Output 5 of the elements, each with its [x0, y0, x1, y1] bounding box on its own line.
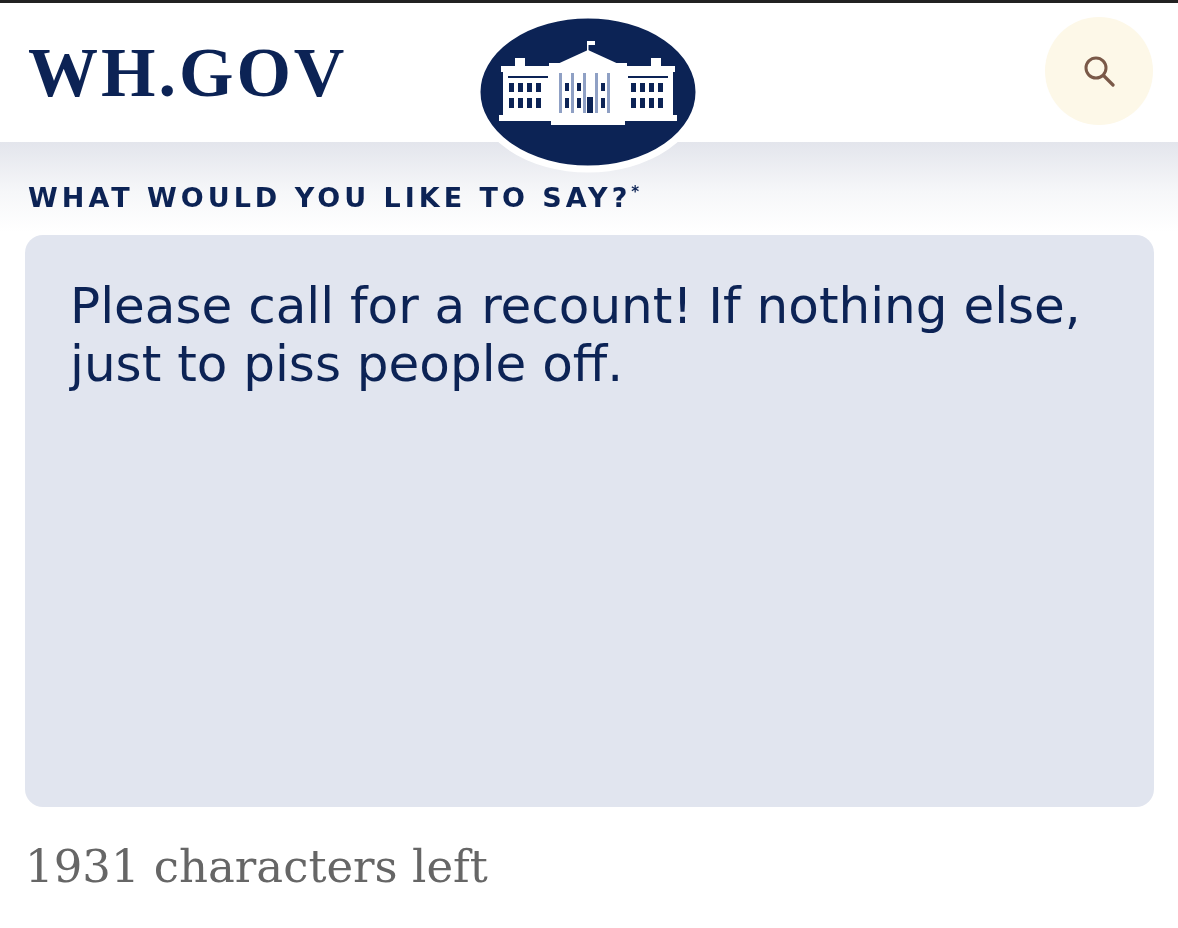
- character-counter: 1931 characters left: [25, 841, 488, 893]
- search-icon: [1083, 54, 1115, 87]
- site-logo[interactable]: WH.GOV: [28, 37, 348, 108]
- message-field[interactable]: Please call for a recount! If nothing else, just to piss people off.: [25, 235, 1154, 807]
- field-label: WHAT WOULD YOU LIKE TO SAY?$^{*}$: [28, 181, 640, 215]
